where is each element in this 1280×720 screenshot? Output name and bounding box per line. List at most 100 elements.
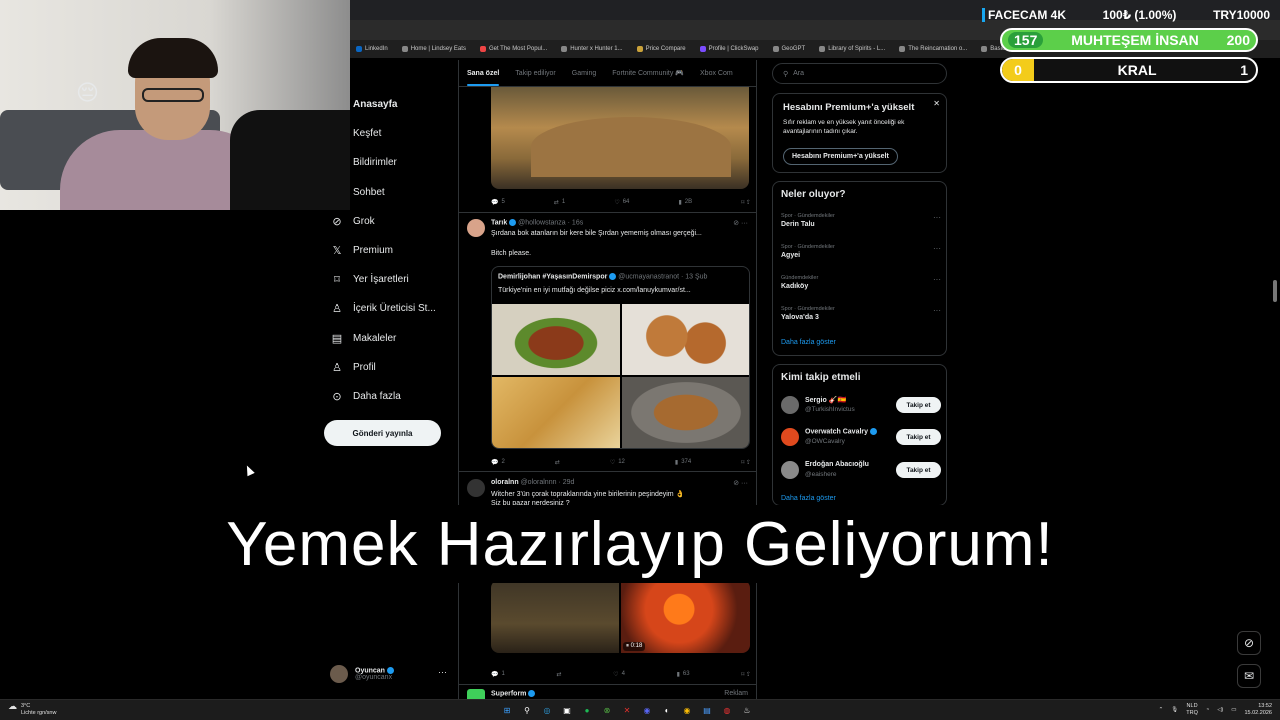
tab-following[interactable]: Takip ediliyor: [515, 70, 555, 77]
nav-item-chat[interactable]: Sohbet: [322, 178, 452, 207]
tab-fortnite-community[interactable]: Fortnite Community 🎮: [612, 69, 684, 77]
weather-widget[interactable]: ☁ 3°C Lichte rgn/snw: [8, 702, 56, 717]
food-image[interactable]: [492, 304, 620, 375]
divider: [459, 684, 756, 685]
premium-upgrade-button[interactable]: Hesabını Premium+'a yükselt: [783, 148, 898, 165]
scrollbar[interactable]: [1273, 280, 1277, 302]
language-indicator[interactable]: NLD TRQ: [1186, 703, 1198, 717]
show-more-link[interactable]: Daha fazla göster: [781, 339, 836, 346]
edge-icon[interactable]: ◎: [540, 703, 554, 717]
more-icon[interactable]: ···: [933, 213, 941, 222]
nav-item-premium[interactable]: 𝕏 Premium: [322, 236, 452, 265]
reply-button[interactable]: 💬 2: [491, 456, 505, 468]
like-button[interactable]: ♡ 4: [613, 668, 625, 680]
more-icon[interactable]: ···: [933, 275, 941, 284]
close-icon[interactable]: ✕: [933, 99, 940, 108]
food-image[interactable]: [622, 377, 749, 448]
avatar[interactable]: [781, 461, 799, 479]
follow-button[interactable]: Takip et: [896, 462, 941, 478]
spotify-icon[interactable]: ●: [580, 703, 594, 717]
avatar[interactable]: [781, 428, 799, 446]
nav-item-bookmarks[interactable]: ⌑ Yer İşaretleri: [322, 265, 452, 294]
like-button[interactable]: ♡ 64: [614, 196, 629, 208]
nav-item-creator-studio[interactable]: ♙ İçerik Üreticisi St...: [322, 294, 452, 323]
store-icon[interactable]: ▣: [560, 703, 574, 717]
bookmark[interactable]: Profile | ClickSwap: [699, 46, 759, 52]
tweet-more-icon[interactable]: ⊘ ···: [733, 479, 748, 487]
bookmark[interactable]: Price Compare: [636, 46, 686, 52]
search-icon[interactable]: ⚲: [520, 703, 534, 717]
tab-for-you[interactable]: Sana özel: [467, 70, 500, 86]
repost-button[interactable]: ⇄: [556, 668, 561, 680]
xbox-icon[interactable]: ⊗: [600, 703, 614, 717]
repost-button[interactable]: ⇄: [555, 456, 560, 468]
quoted-tweet[interactable]: Demirlijohan #YaşasınDemirspor @ucmayana…: [491, 266, 750, 449]
nav-item-grok[interactable]: ⊘ Grok: [322, 207, 452, 236]
nav-item-articles[interactable]: ▤ Makaleler: [322, 324, 452, 353]
battery-icon[interactable]: ▭: [1231, 707, 1236, 713]
trend-item[interactable]: Spor · Gündemdekiler Derin Talu ···: [781, 213, 941, 228]
bookmark[interactable]: Hunter x Hunter 1...: [561, 46, 623, 52]
follow-button[interactable]: Takip et: [896, 429, 941, 445]
post-button[interactable]: Gönderi yayınla: [324, 420, 441, 446]
wifi-icon[interactable]: ◔: [1206, 707, 1209, 713]
steam-icon[interactable]: ♨: [740, 703, 754, 717]
bookmark[interactable]: Library of Spirits - L...: [819, 46, 885, 52]
trend-item[interactable]: Spor · Gündemdekiler Agyei ···: [781, 244, 941, 259]
bookmark[interactable]: LinkedIn: [356, 46, 388, 52]
steam-icon[interactable]: ◐: [660, 703, 674, 717]
volume-icon[interactable]: ◁): [1217, 707, 1223, 713]
food-image[interactable]: [622, 304, 749, 375]
trend-item[interactable]: Spor · Gündemdekiler Yalova'da 3 ···: [781, 306, 941, 321]
avatar[interactable]: [467, 219, 485, 237]
avatar[interactable]: [467, 479, 485, 497]
nav-item-more[interactable]: ⊙ Daha fazla: [322, 382, 452, 411]
grok-icon[interactable]: ⊘: [1237, 631, 1261, 655]
more-icon[interactable]: ···: [933, 244, 941, 253]
chat-icon: [330, 185, 344, 199]
clock[interactable]: 13:52 15.02.2026: [1244, 703, 1272, 717]
bookmark[interactable]: GeoGPT: [772, 46, 805, 52]
messages-icon[interactable]: ✉: [1237, 664, 1261, 688]
bookmark[interactable]: Home | Lindsey Eats: [401, 46, 466, 52]
account-switcher[interactable]: Oyuncan @oyuncanx ···: [330, 663, 455, 685]
notes-icon[interactable]: ▤: [700, 703, 714, 717]
trend-item[interactable]: Gündemdekiler Kadıköy ···: [781, 275, 941, 290]
views-button[interactable]: ▮ 374: [675, 456, 691, 468]
start-icon[interactable]: ⊞: [500, 703, 514, 717]
follow-button[interactable]: Takip et: [896, 397, 941, 413]
chevron-up-icon[interactable]: ⌃: [1159, 707, 1164, 713]
share-button[interactable]: ⌑ ⇪: [741, 668, 751, 680]
reply-button[interactable]: 💬 5: [491, 196, 505, 208]
like-button[interactable]: ♡ 12: [610, 456, 625, 468]
food-image[interactable]: [492, 377, 620, 448]
grok-icon: ⊘: [332, 215, 342, 228]
show-more-link[interactable]: Daha fazla göster: [781, 495, 836, 502]
repost-button[interactable]: ⇄ 1: [554, 196, 565, 208]
search-input[interactable]: ⚲ Ara: [772, 63, 947, 84]
chrome-icon[interactable]: ◉: [680, 703, 694, 717]
nav-item-home[interactable]: Anasayfa: [322, 90, 452, 119]
views-button[interactable]: ▮ 2B: [678, 196, 692, 208]
nav-item-notifications[interactable]: Bildirimler: [322, 148, 452, 177]
nav-item-profile[interactable]: ♙ Profil: [322, 353, 452, 382]
share-button[interactable]: ⌑ ⇪: [741, 196, 751, 208]
tab-gaming[interactable]: Gaming: [572, 70, 597, 77]
obs-icon[interactable]: ◍: [720, 703, 734, 717]
avatar[interactable]: [781, 396, 799, 414]
tweet-more-icon[interactable]: ⊘ ···: [733, 219, 748, 227]
views-button[interactable]: ▮ 63: [677, 668, 690, 680]
bookmark[interactable]: The Reincarnation o...: [899, 46, 967, 52]
tab-xbox-community[interactable]: Xbox Com: [700, 70, 733, 77]
post-video[interactable]: [491, 580, 750, 653]
mic-icon[interactable]: 🎙: [1171, 707, 1178, 713]
bookmark[interactable]: Get The Most Popul...: [479, 46, 547, 52]
more-icon[interactable]: ···: [933, 306, 941, 315]
post-image[interactable]: [491, 87, 749, 189]
app-icon[interactable]: ✕: [620, 703, 634, 717]
reply-button[interactable]: 💬 1: [491, 668, 505, 680]
share-button[interactable]: ⌑ ⇪: [741, 456, 751, 468]
discord-icon[interactable]: ◉: [640, 703, 654, 717]
more-icon[interactable]: ···: [438, 667, 447, 677]
nav-item-explore[interactable]: Keşfet: [322, 119, 452, 148]
